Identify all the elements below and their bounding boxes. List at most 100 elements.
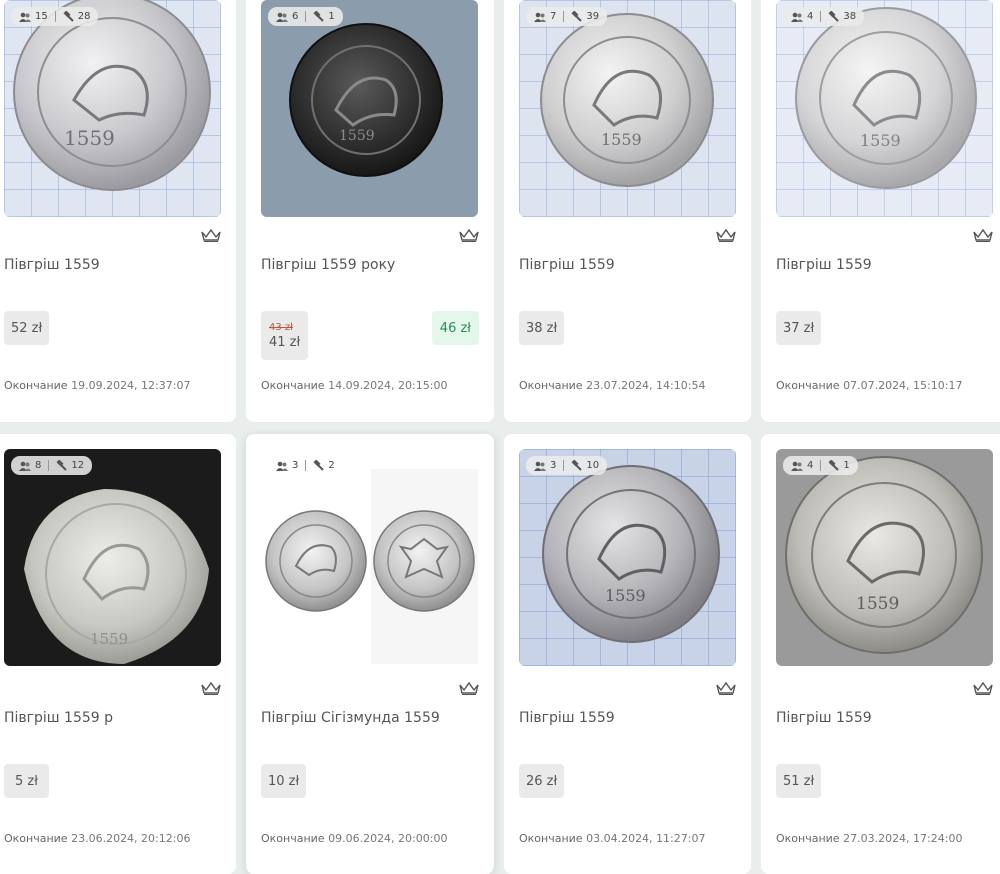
crown-icon[interactable] <box>459 681 479 695</box>
users-icon <box>276 12 288 22</box>
listing-stats: 6 1 <box>268 7 343 26</box>
end-date: 23.07.2024, 14:10:54 <box>586 379 706 392</box>
listing-stats: 7 39 <box>526 7 608 26</box>
listing-end-time: Окончание 27.03.2024, 17:24:00 <box>776 832 962 845</box>
users-count: 6 <box>292 11 299 22</box>
coin-photo[interactable]: 1559 3 10 <box>519 449 736 666</box>
users-count: 8 <box>35 460 42 471</box>
price-badge: 5 zł <box>4 764 49 798</box>
listing-card[interactable]: 1559 15 28 Півгріш 1559 52 zł Окончание … <box>0 0 236 422</box>
listing-title[interactable]: Півгріш Сігізмунда 1559 <box>261 710 440 726</box>
coin-photo[interactable]: 1559 15 28 <box>4 0 221 217</box>
users-count: 4 <box>807 11 814 22</box>
bids-count: 39 <box>586 11 600 22</box>
old-price: 43 zł <box>269 321 293 333</box>
listing-title[interactable]: Півгріш 1559 року <box>261 257 395 273</box>
users-icon <box>19 12 31 22</box>
stats-divider <box>820 11 822 22</box>
svg-text:1559: 1559 <box>860 131 901 150</box>
listing-card[interactable]: 1559 7 39 Півгріш 1559 38 zł Окончание 2… <box>504 0 751 422</box>
stats-divider <box>820 460 822 471</box>
users-count: 7 <box>550 11 557 22</box>
coin-photo[interactable]: 3 2 › <box>261 449 478 666</box>
coin-photo[interactable]: 1559 7 39 <box>519 0 736 217</box>
crown-icon[interactable] <box>716 228 736 242</box>
svg-text:1559: 1559 <box>90 630 128 648</box>
listing-stats: 8 12 <box>11 456 93 475</box>
listing-stats: 15 28 <box>11 7 99 26</box>
svg-text:1559: 1559 <box>856 594 899 614</box>
users-icon <box>791 461 803 471</box>
crown-icon[interactable] <box>201 681 221 695</box>
listing-card[interactable]: 1559 4 1 Півгріш 1559 51 zł Окончание 27… <box>761 434 1000 874</box>
users-count: 15 <box>35 11 48 22</box>
stats-divider <box>54 11 56 22</box>
coin-image: 1559 <box>519 0 736 217</box>
crown-icon[interactable] <box>973 228 993 242</box>
end-date: 14.09.2024, 20:15:00 <box>328 379 448 392</box>
hammer-icon <box>56 460 68 471</box>
end-label: Окончание <box>4 379 68 392</box>
end-date: 27.03.2024, 17:24:00 <box>843 832 963 845</box>
users-icon <box>534 461 546 471</box>
hammer-icon <box>63 11 74 22</box>
bids-count: 1 <box>843 460 850 471</box>
listing-card[interactable]: 1559 4 38 Півгріш 1559 37 zł Окончание 0… <box>761 0 1000 422</box>
users-icon <box>534 12 546 22</box>
bids-count: 2 <box>328 460 335 471</box>
end-label: Окончание <box>261 832 325 845</box>
end-date: 09.06.2024, 20:00:00 <box>328 832 448 845</box>
users-count: 4 <box>807 460 814 471</box>
stats-divider <box>305 11 307 22</box>
users-icon <box>19 461 31 471</box>
coin-image: 1559 <box>4 0 221 217</box>
coin-photo[interactable]: 1559 8 12 <box>4 449 221 666</box>
end-label: Окончание <box>776 832 840 845</box>
bids-count: 38 <box>843 11 857 22</box>
listing-title[interactable]: Півгріш 1559 <box>4 257 100 273</box>
stats-divider <box>563 11 565 22</box>
listing-title[interactable]: Півгріш 1559 <box>776 257 872 273</box>
bids-count: 28 <box>77 11 91 22</box>
listing-card[interactable]: 1559 3 10 Півгріш 1559 26 zł Окончание 0… <box>504 434 751 874</box>
coin-photo[interactable]: 1559 4 1 <box>776 449 993 666</box>
listing-end-time: Окончание 23.07.2024, 14:10:54 <box>519 379 705 392</box>
listing-card[interactable]: 3 2 › Півгріш Сігізмунда 1559 10 zł Окон… <box>246 434 494 874</box>
listing-stats: 4 1 <box>783 456 858 475</box>
listing-title[interactable]: Півгріш 1559 <box>519 257 615 273</box>
chevron-right-icon[interactable]: › <box>464 549 470 568</box>
hammer-icon <box>313 11 325 22</box>
listing-end-time: Окончание 19.09.2024, 12:37:07 <box>4 379 190 392</box>
crown-icon[interactable] <box>201 228 221 242</box>
users-icon <box>791 12 803 22</box>
crown-icon[interactable] <box>716 681 736 695</box>
listing-title[interactable]: Півгріш 1559 р <box>4 710 113 726</box>
hammer-icon <box>571 460 583 471</box>
hammer-icon <box>313 460 325 471</box>
end-label: Окончание <box>4 832 68 845</box>
bids-count: 10 <box>586 460 600 471</box>
listing-card[interactable]: 1559 6 1 Півгріш 1559 року 43 zł 41 zł 4… <box>246 0 494 422</box>
stats-divider <box>563 460 565 471</box>
end-date: 19.09.2024, 12:37:07 <box>71 379 191 392</box>
listing-end-time: Окончание 03.04.2024, 11:27:07 <box>519 832 705 845</box>
listing-end-time: Окончание 07.07.2024, 15:10:17 <box>776 379 962 392</box>
bids-count: 12 <box>71 460 85 471</box>
listing-end-time: Окончание 09.06.2024, 20:00:00 <box>261 832 447 845</box>
users-icon <box>276 461 288 471</box>
listing-stats: 3 2 <box>268 456 343 475</box>
listing-title[interactable]: Півгріш 1559 <box>519 710 615 726</box>
coin-photo[interactable]: 1559 4 38 <box>776 0 993 217</box>
crown-icon[interactable] <box>973 681 993 695</box>
end-label: Окончание <box>519 379 583 392</box>
crown-icon[interactable] <box>459 228 479 242</box>
svg-text:1559: 1559 <box>601 130 642 149</box>
end-date: 03.04.2024, 11:27:07 <box>586 832 706 845</box>
listing-card[interactable]: 1559 8 12 Півгріш 1559 р 5 zł Окончание … <box>0 434 236 874</box>
price-badge: 26 zł <box>519 764 565 798</box>
coin-image: 1559 <box>519 449 736 666</box>
end-date: 23.06.2024, 20:12:06 <box>71 832 191 845</box>
price-badge: 51 zł <box>776 764 822 798</box>
coin-photo[interactable]: 1559 6 1 <box>261 0 478 217</box>
listing-title[interactable]: Півгріш 1559 <box>776 710 872 726</box>
